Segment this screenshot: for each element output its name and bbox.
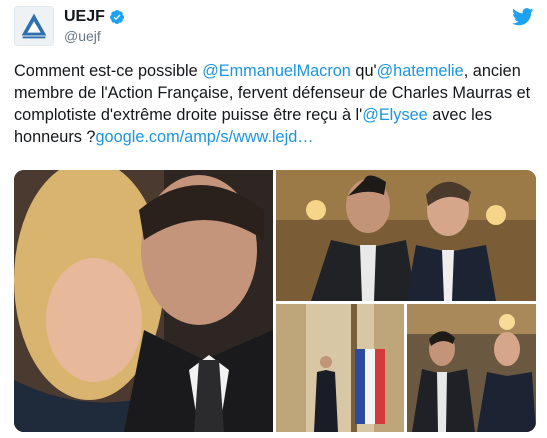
url-link[interactable]: google.com/amp/s/www.lejd… [95, 128, 313, 146]
mention-link[interactable]: @Elysee [362, 106, 427, 124]
tweet-text-segment: Comment est-ce possible [14, 62, 203, 80]
twitter-bird-icon[interactable] [512, 8, 534, 26]
mention-link[interactable]: @hatemelie [377, 62, 464, 80]
tweet-media[interactable] [14, 170, 536, 432]
tweet-text: Comment est-ce possible @EmmanuelMacron … [14, 60, 534, 148]
tweet-text-segment: qu' [350, 62, 377, 80]
photo-standing-flags[interactable] [276, 304, 404, 432]
photo-selfie[interactable] [14, 170, 273, 432]
verified-badge-icon [109, 10, 124, 24]
tweet-header: UEJF @uejf [14, 6, 534, 50]
account-handle[interactable]: @uejf [64, 28, 101, 44]
photo-two-men-hall[interactable] [407, 304, 536, 432]
mention-link[interactable]: @EmmanuelMacron [202, 62, 351, 80]
uejf-logo-icon[interactable] [14, 6, 54, 46]
display-name[interactable]: UEJF [64, 8, 105, 26]
photo-handshake-hall[interactable] [276, 170, 536, 301]
